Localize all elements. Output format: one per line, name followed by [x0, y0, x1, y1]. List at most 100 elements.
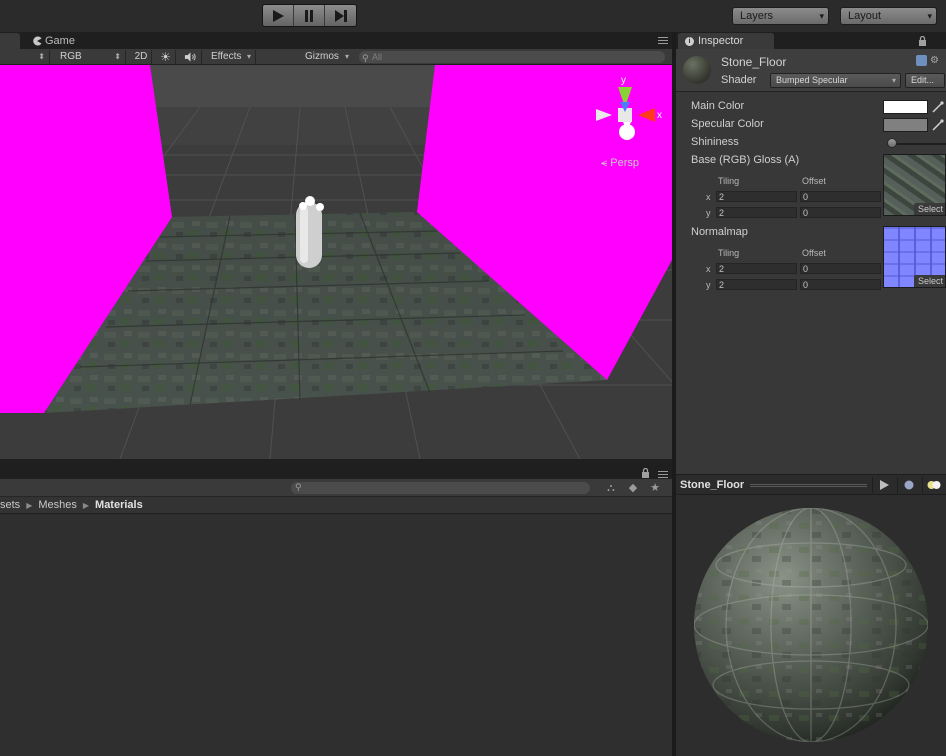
- project-toolbar: ⚲ ⛬ ◆ ★: [0, 479, 672, 497]
- filter-by-type-icon[interactable]: ⛬: [604, 481, 618, 495]
- render-mode-dropdown[interactable]: RGB ⬍: [55, 50, 126, 64]
- sun-icon[interactable]: ☀: [156, 50, 176, 64]
- effects-dropdown[interactable]: Effects ▾: [206, 50, 256, 64]
- normal-select-button[interactable]: Select: [914, 275, 945, 287]
- breadcrumb-separator-icon: ▶: [82, 500, 90, 510]
- gizmos-label: Gizmos: [305, 51, 339, 62]
- gizmos-dropdown[interactable]: Gizmos ▾: [300, 50, 353, 64]
- preview-resize-grip[interactable]: [750, 484, 867, 487]
- play-icon: [273, 9, 284, 22]
- breadcrumb-separator-icon: ▶: [26, 500, 33, 510]
- tab-inspector[interactable]: i Inspector: [678, 33, 774, 49]
- breadcrumb: sets ▶ Meshes ▶ Materials: [0, 497, 672, 514]
- normal-offset-y-field[interactable]: 0: [800, 279, 881, 290]
- tab-game[interactable]: Game: [26, 33, 83, 49]
- search-icon: ⚲: [295, 482, 302, 492]
- base-select-button[interactable]: Select: [914, 203, 945, 215]
- project-content-area[interactable]: [0, 515, 672, 756]
- step-icon: [334, 9, 347, 22]
- project-menu-icon[interactable]: [658, 471, 668, 479]
- base-tiling-y-field[interactable]: 2: [716, 207, 797, 218]
- help-book-icon[interactable]: [916, 55, 927, 66]
- gear-icon[interactable]: ⚙: [930, 55, 941, 66]
- normal-y-label: y: [706, 280, 711, 290]
- info-icon: i: [685, 36, 694, 46]
- eyedropper-icon[interactable]: [932, 101, 944, 113]
- lock-icon[interactable]: [641, 468, 650, 478]
- preview-header: Stone_Floor: [676, 474, 946, 495]
- inspector-lock-icon[interactable]: [918, 36, 927, 46]
- normal-x-label: x: [706, 264, 711, 274]
- play-button[interactable]: [263, 5, 294, 26]
- tab-scene[interactable]: [0, 33, 20, 49]
- shininess-slider-thumb[interactable]: [886, 138, 897, 148]
- base-tiling-label: Tiling: [718, 176, 740, 186]
- base-texture-label: Base (RGB) Gloss (A): [691, 154, 800, 166]
- draw-mode-dropdown[interactable]: ⬍: [0, 50, 50, 64]
- base-texture-slot[interactable]: Select: [883, 154, 946, 216]
- preview-sphere: [694, 508, 928, 742]
- breadcrumb-materials[interactable]: Materials: [95, 499, 143, 511]
- shader-dropdown[interactable]: Bumped Specular: [770, 73, 901, 88]
- preview-sphere-button[interactable]: [897, 477, 919, 493]
- tab-inspector-label: Inspector: [698, 35, 744, 47]
- specular-color-label: Specular Color: [691, 118, 764, 130]
- layers-dropdown[interactable]: Layers: [732, 7, 829, 25]
- project-search-input[interactable]: ⚲: [291, 482, 590, 494]
- base-tiling-x-field[interactable]: 2: [716, 191, 797, 202]
- breadcrumb-assets[interactable]: sets: [0, 499, 20, 511]
- tab-game-label: Game: [45, 35, 75, 47]
- material-name: Stone_Floor: [721, 55, 787, 69]
- favorite-star-icon[interactable]: ★: [648, 481, 662, 495]
- base-offset-label: Offset: [802, 176, 826, 186]
- pause-button[interactable]: [294, 5, 325, 26]
- scene-toolbar: ⬍ RGB ⬍ 2D ☀ Effects ▾ Gizmos ▾ ⚲ All: [0, 49, 672, 65]
- scene-search-placeholder: All: [372, 52, 383, 62]
- scene-render: y x: [0, 65, 672, 459]
- normal-tiling-label: Tiling: [718, 248, 740, 258]
- specular-color-field[interactable]: [883, 118, 928, 132]
- material-preview[interactable]: [676, 495, 946, 756]
- normal-offset-x-field[interactable]: 0: [800, 263, 881, 274]
- preview-play-button[interactable]: [872, 477, 894, 493]
- lights-icon: [927, 481, 940, 489]
- scene-viewport[interactable]: y x ⪪ Persp: [0, 65, 672, 459]
- normalmap-texture-slot[interactable]: Select: [883, 226, 946, 288]
- main-toolbar: Layers Layout: [0, 0, 946, 32]
- breadcrumb-meshes[interactable]: Meshes: [38, 499, 77, 511]
- material-thumbnail: [683, 56, 711, 84]
- normalmap-label: Normalmap: [691, 226, 748, 238]
- persp-toggle[interactable]: ⪪ Persp: [601, 157, 639, 170]
- axis-x-label: x: [657, 110, 662, 121]
- base-offset-y-field[interactable]: 0: [800, 207, 881, 218]
- panel-menu-icon[interactable]: [658, 37, 668, 45]
- play-icon: [879, 480, 889, 490]
- eyedropper-icon[interactable]: [932, 119, 944, 131]
- audio-icon[interactable]: [180, 50, 202, 64]
- main-color-field[interactable]: [883, 100, 928, 114]
- inspector-panel: Stone_Floor Shader Bumped Specular Edit.…: [676, 49, 946, 474]
- normal-tiling-y-field[interactable]: 2: [716, 279, 797, 290]
- edit-shader-button[interactable]: Edit...: [905, 73, 945, 88]
- preview-lights-button[interactable]: [922, 477, 944, 493]
- base-y-label: y: [706, 208, 711, 218]
- layout-dropdown[interactable]: Layout: [840, 7, 937, 25]
- material-header: Stone_Floor Shader Bumped Specular Edit.…: [676, 49, 946, 92]
- render-mode-label: RGB: [60, 51, 82, 62]
- sphere-icon: [904, 480, 913, 490]
- step-button[interactable]: [325, 5, 356, 26]
- play-controls: [262, 4, 357, 27]
- effects-label: Effects: [211, 51, 242, 62]
- project-tab-bar: [0, 459, 672, 479]
- normal-tiling-x-field[interactable]: 2: [716, 263, 797, 274]
- search-icon: ⚲: [362, 53, 369, 63]
- shader-label: Shader: [721, 74, 757, 86]
- toggle-2d-button[interactable]: 2D: [131, 50, 152, 64]
- axis-y-label: y: [621, 75, 626, 86]
- base-offset-x-field[interactable]: 0: [800, 191, 881, 202]
- scene-search-input[interactable]: ⚲ All: [359, 51, 665, 63]
- player-capsule[interactable]: [296, 196, 324, 268]
- filter-by-label-icon[interactable]: ◆: [626, 481, 640, 495]
- shininess-label: Shininess: [691, 136, 739, 148]
- inspector-tab-bar: i Inspector: [676, 32, 946, 49]
